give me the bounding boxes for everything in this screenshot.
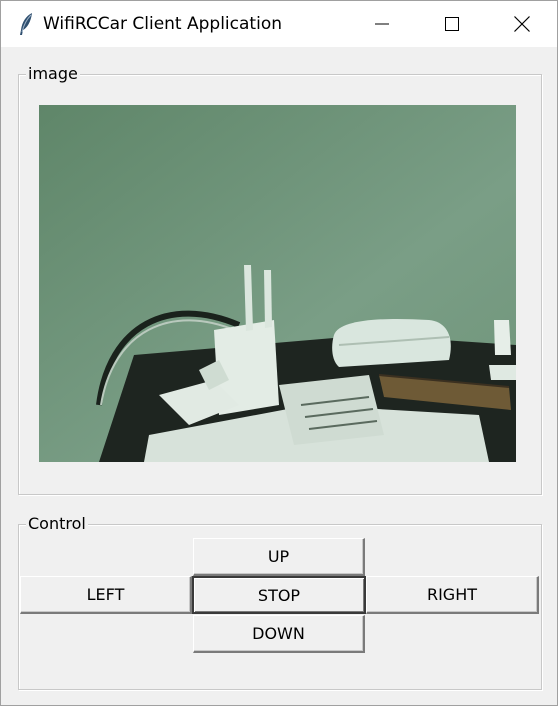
minimize-button[interactable]: [347, 1, 417, 47]
minimize-icon: [375, 17, 389, 31]
stop-button[interactable]: STOP: [192, 576, 366, 614]
right-button[interactable]: RIGHT: [366, 576, 539, 614]
close-icon: [514, 16, 530, 32]
window-title: WifiRCCar Client Application: [43, 14, 282, 34]
image-group-label: image: [26, 64, 80, 84]
maximize-button[interactable]: [417, 1, 487, 47]
down-button[interactable]: DOWN: [193, 615, 365, 653]
up-button[interactable]: UP: [193, 538, 365, 576]
left-button[interactable]: LEFT: [20, 576, 192, 614]
camera-feed: [39, 105, 516, 462]
close-button[interactable]: [487, 1, 557, 47]
title-bar[interactable]: WifiRCCar Client Application: [1, 1, 557, 47]
maximize-icon: [445, 17, 459, 31]
feather-icon: [17, 12, 35, 36]
control-group-label: Control: [26, 514, 88, 534]
app-window: WifiRCCar Client Application image Contr…: [0, 0, 558, 706]
